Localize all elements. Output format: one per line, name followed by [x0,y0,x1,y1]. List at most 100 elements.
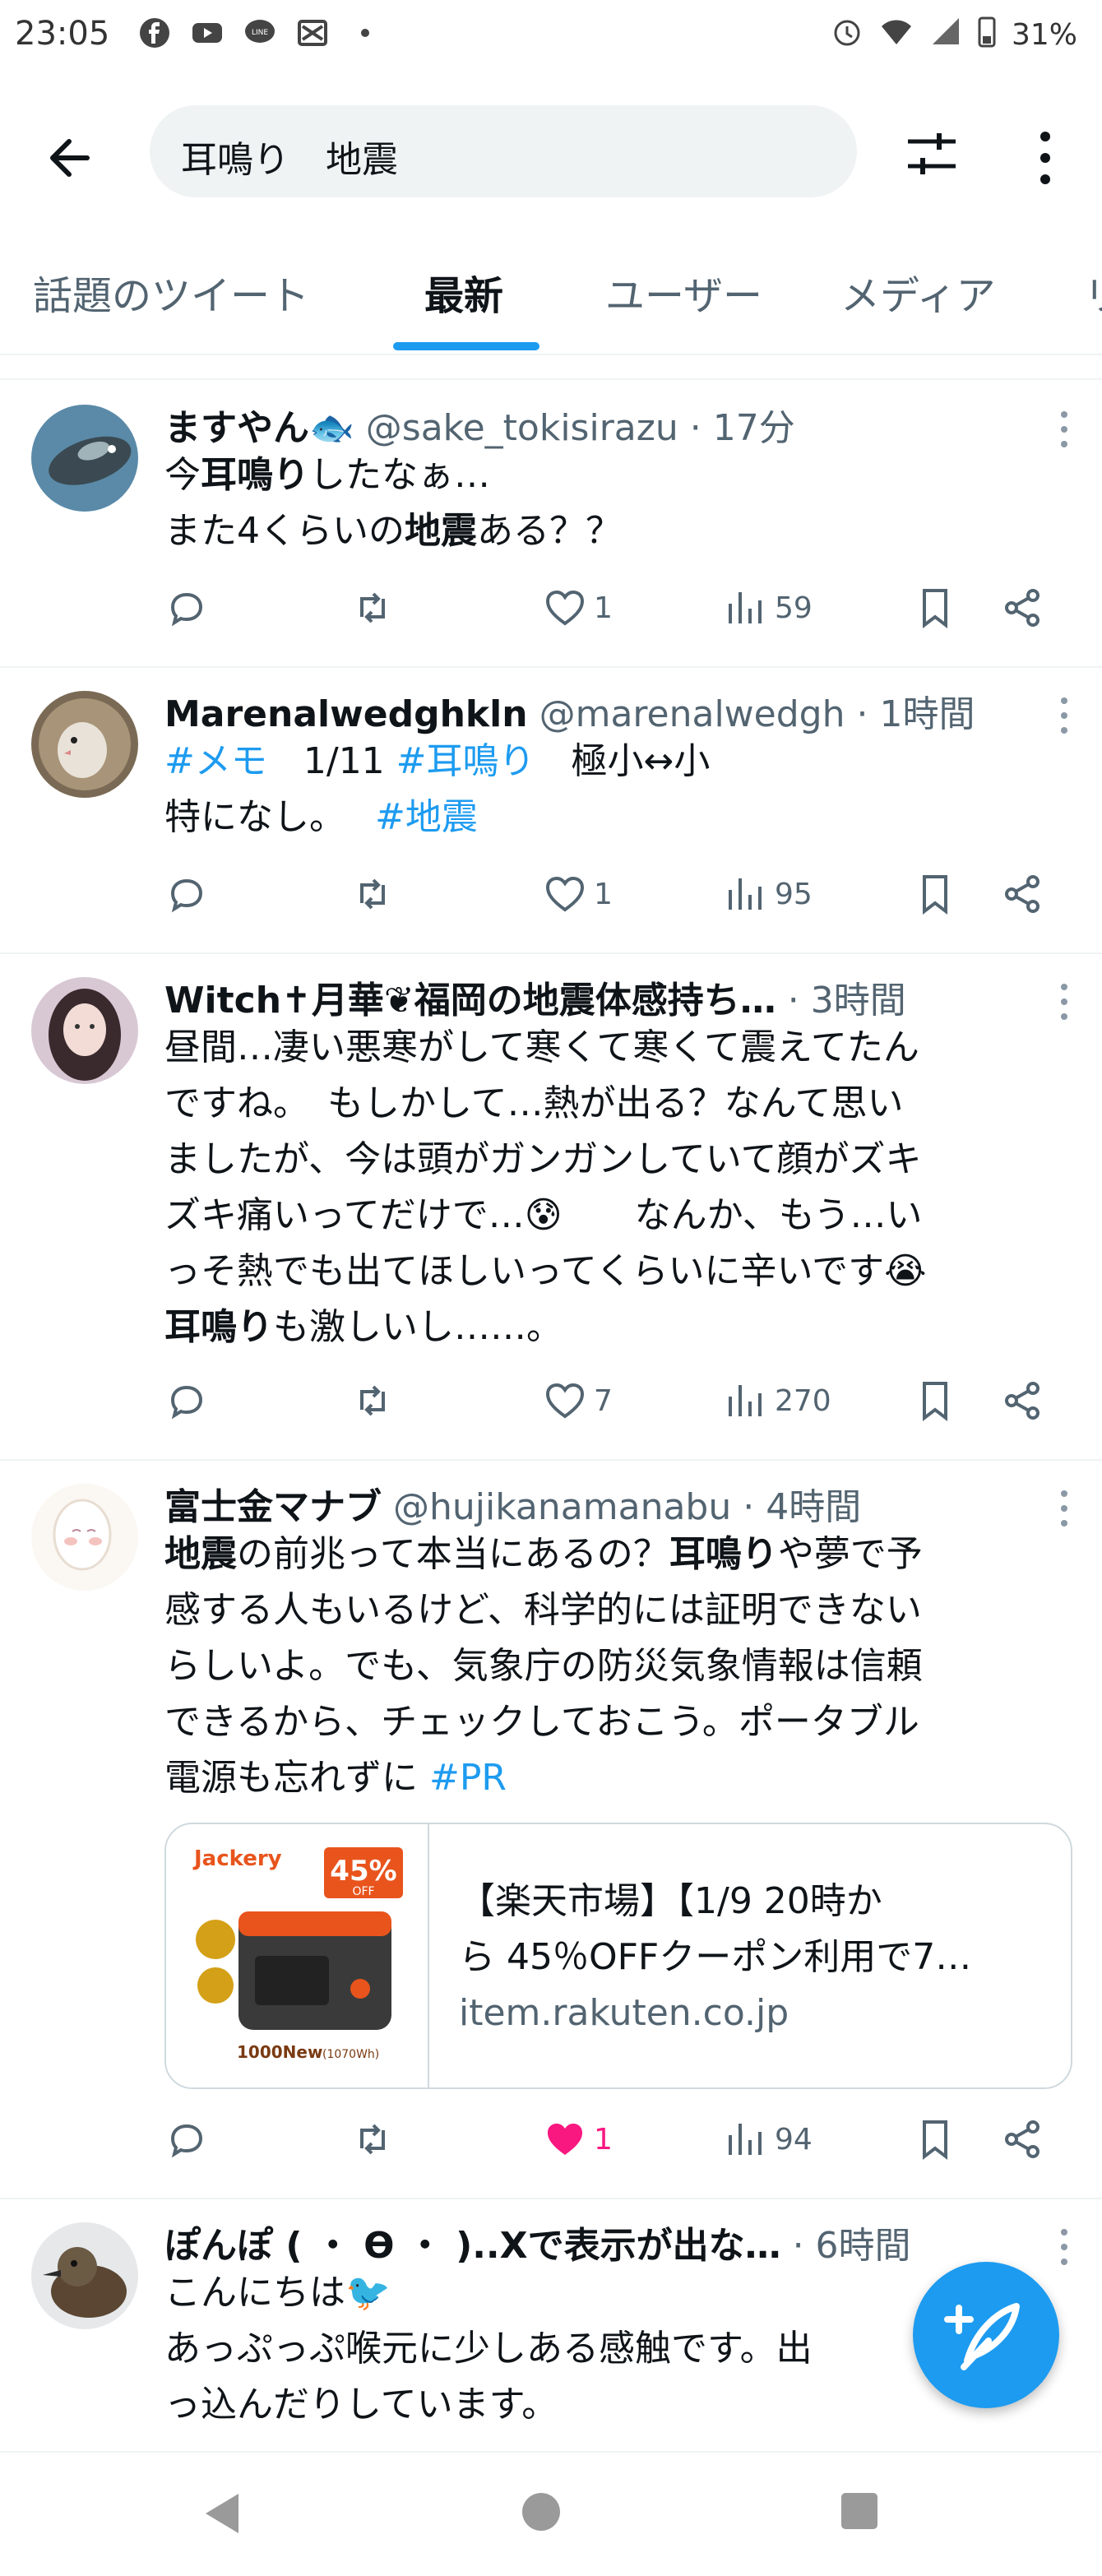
app-icon [296,16,331,51]
timestamp: · 6時間 [792,2225,911,2267]
product-image: Jackery 45% OFF 1000New (1070Wh) [166,1824,429,2087]
bookmark-button[interactable] [913,872,957,916]
svg-text:(1070Wh): (1070Wh) [322,2048,379,2061]
tab-lists[interactable]: リ [1084,263,1102,321]
timestamp: · 1時間 [856,693,975,735]
svg-text:Jackery: Jackery [192,1846,282,1871]
views-icon [729,2124,762,2155]
reply-button[interactable] [164,2117,209,2161]
reply-button[interactable] [164,586,209,630]
avatar[interactable] [31,2222,138,2329]
like-button[interactable]: 1 [543,586,613,630]
more-vertical-icon [1040,132,1050,184]
views-button[interactable]: 94 [724,2117,813,2161]
like-button[interactable]: 1 [543,2117,613,2161]
more-options-button[interactable] [1025,125,1066,191]
link-card[interactable]: Jackery 45% OFF 1000New (1070Wh) 【楽天市場】【… [164,1823,1072,2089]
tab-media[interactable]: メディア [840,263,996,321]
like-count: 1 [594,2122,613,2157]
status-bar: 23:05 LINE 31% [0,0,1102,76]
tab-users[interactable]: ユーザー [605,263,762,321]
view-count: 95 [775,877,813,911]
tab-latest[interactable]: 最新 [424,263,503,321]
back-button[interactable] [43,125,109,191]
retweet-icon [360,2124,385,2155]
display-name[interactable]: 富士金マナブ [164,1486,382,1528]
search-input[interactable]: 耳鳴り 地震 [150,105,857,197]
tab-top[interactable]: 話題のツイート [33,263,309,321]
battery-percent: 31% [1011,18,1077,52]
nav-back-button[interactable] [201,2490,242,2540]
reply-button[interactable] [164,872,209,916]
search-filter-button[interactable] [903,125,961,183]
views-button[interactable]: 95 [724,872,813,916]
like-count: 1 [594,877,613,911]
retweet-button[interactable] [350,2117,395,2161]
share-button[interactable] [1000,2117,1044,2161]
share-button[interactable] [1000,1378,1044,1423]
tweet[interactable]: Witch✝月華❦福岡の地震体感持ち… · 3時間 昼間…凄い悪寒がして寒くて寒… [0,952,1102,1461]
hashtag-link[interactable]: #耳鳴り [396,740,535,782]
reply-button[interactable] [164,1378,209,1423]
tab-indicator [393,342,539,350]
card-title: ら 45％OFFクーポン利用で7… [459,1936,972,1978]
timestamp: · 4時間 [743,1486,862,1528]
retweet-button[interactable] [350,872,395,916]
search-query: 耳鳴り 地震 [181,139,398,181]
avatar[interactable] [31,1484,138,1591]
display-name[interactable]: Marenalwedghkln [164,693,528,735]
tweet[interactable]: ますやん🐟 @sake_tokisirazu · 17分 今耳鳴りしたなぁ… ま… [0,380,1102,668]
heart-icon [545,590,585,626]
card-domain: item.rakuten.co.jp [459,1992,789,2034]
nav-home-button[interactable] [520,2490,563,2537]
like-button[interactable]: 1 [543,872,613,916]
display-name[interactable]: ぽんぽ ( ・ ϴ ・ )..Xで表示が出な… [164,2225,781,2267]
view-count: 59 [775,591,813,625]
reply-icon [170,592,203,627]
tweet[interactable]: Marenalwedghkln @marenalwedgh · 1時間 #メモ … [0,666,1102,954]
tweet-menu-button[interactable] [1059,2227,1069,2267]
handle: @hujikanamanabu [393,1486,732,1528]
fish-emoji-icon: 🐟 [309,407,354,449]
tweet-actions: 1 94 [164,2117,1069,2166]
search-header: 耳鳴り 地震 [0,92,1102,207]
like-button[interactable]: 7 [543,1378,613,1423]
views-button[interactable]: 270 [724,1378,831,1423]
tweet-menu-button[interactable] [1059,1489,1069,1528]
share-button[interactable] [1000,586,1044,630]
avatar[interactable] [31,977,138,1084]
views-icon [729,1385,762,1416]
handle: @marenalwedgh [539,693,845,735]
circle-home-icon [522,2493,560,2531]
hashtag-link[interactable]: #PR [429,1757,507,1799]
tweet-menu-button[interactable] [1059,982,1069,1022]
nav-recents-button[interactable] [839,2490,880,2535]
bookmark-button[interactable] [913,2117,957,2161]
avatar[interactable] [31,691,138,798]
share-button[interactable] [1000,872,1044,916]
triangle-back-icon [206,2494,238,2533]
hashtag-link[interactable]: #メモ [164,740,267,782]
bookmark-button[interactable] [913,586,957,630]
sliders-icon [908,133,956,174]
search-tabs: 話題のツイート 最新 ユーザー メディア リ [0,239,1102,355]
views-icon [729,592,762,623]
tweet-menu-button[interactable] [1059,696,1069,735]
dot-icon [349,16,383,51]
display-name[interactable]: Witch✝月華❦福岡の地震体感持ち… [164,980,776,1022]
retweet-button[interactable] [350,586,395,630]
views-button[interactable]: 59 [724,586,813,630]
like-count: 7 [594,1383,613,1418]
tweet-text: 地震の前兆って本当にあるの？耳鳴りや夢で予 感する人もいるけど、科学的には証明で… [164,1533,923,1799]
compose-button[interactable] [913,2262,1059,2408]
bookmark-button[interactable] [913,1378,957,1423]
svg-text:1000New: 1000New [237,2042,322,2062]
tweet[interactable]: 富士金マナブ @hujikanamanabu · 4時間 地震の前兆って本当にあ… [0,1459,1102,2199]
wifi-icon [878,15,914,55]
avatar[interactable] [31,405,138,512]
tweet-menu-button[interactable] [1059,410,1069,449]
retweet-button[interactable] [350,1378,395,1423]
display-name[interactable]: ますやん [164,407,309,449]
hashtag-link[interactable]: #地震 [375,796,478,838]
reply-icon [170,878,203,913]
